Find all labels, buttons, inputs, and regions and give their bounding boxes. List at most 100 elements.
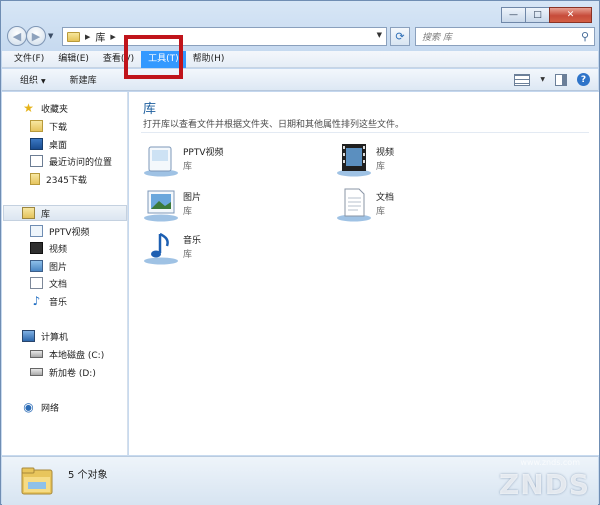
tile-type: 库 [183,207,193,217]
sidebar-item-network[interactable]: ◉ 网络 [22,399,59,415]
sidebar-item-recent-places[interactable]: 最近访问的位置 [30,153,112,169]
navigation-row: ◀ ▶ ▼ ▶ 库 ▶ ▼ ⟳ 搜索 库 ⚲ [7,25,595,47]
document-library-icon [337,188,371,222]
pptv-video-library-icon [144,146,178,177]
new-library-button[interactable]: 新建库 [70,73,97,86]
change-view-icon[interactable] [514,73,531,86]
library-content: 库 打开库以查看文件并根据文件夹、日期和其他属性排列这些文件。 PPTV视频 库… [129,92,599,455]
forward-button[interactable]: ▶ [26,26,46,46]
downloads-folder-icon [30,120,43,132]
command-bar: 组织 ▼ 新建库 ▼ ? [2,69,598,91]
breadcrumb-separator-icon[interactable]: ▶ [85,33,90,41]
tile-name: 音乐 [183,236,202,246]
minimize-button[interactable]: — [501,7,526,23]
address-bar[interactable]: ▶ 库 ▶ ▼ [62,27,387,46]
znds-watermark-logo: ZNDS [498,468,590,501]
library-tile-documents[interactable]: 文档 库 [336,186,516,226]
sidebar-label: 网络 [41,403,60,414]
sidebar-item-2345-downloads[interactable]: 2345下载 [30,171,87,187]
tile-name: 图片 [183,193,202,203]
music-library-icon: ♪ [32,294,41,308]
sidebar-label: 新加卷 (D:) [49,368,96,379]
explorer-window: — □ ✕ ◀ ▶ ▼ ▶ 库 ▶ ▼ ⟳ 搜索 库 ⚲ 文件(F) 编辑(E)… [0,0,600,505]
star-icon: ★ [23,101,34,115]
libraries-icon [22,207,35,219]
sidebar-label: 本地磁盘 (C:) [49,350,105,361]
library-tile-videos[interactable]: 视频 库 [336,141,516,181]
sidebar-item-drive-c[interactable]: 本地磁盘 (C:) [30,346,104,362]
libraries-folder-icon [21,467,53,495]
desktop-icon [30,138,43,150]
back-button[interactable]: ◀ [7,26,27,46]
sidebar-label: 最近访问的位置 [49,157,113,168]
search-placeholder: 搜索 库 [422,33,452,43]
library-folder-icon [67,31,80,42]
page-title: 库 [143,102,157,117]
sidebar-item-desktop[interactable]: 桌面 [30,136,67,152]
picture-library-icon [144,190,178,222]
document-library-icon [30,277,43,289]
recent-pages-dropdown-icon[interactable]: ▼ [48,32,53,40]
view-options-dropdown-icon[interactable]: ▼ [540,76,545,83]
sidebar-item-computer[interactable]: 计算机 [22,328,68,344]
divider [141,132,589,133]
sidebar-item-videos[interactable]: 视频 [30,240,67,256]
tools-menu-highlight [124,35,183,79]
hard-drive-icon [30,350,43,358]
status-bar: 5 个对象 www.znds.com ZNDS [2,456,598,505]
page-description: 打开库以查看文件并根据文件夹、日期和其他属性排列这些文件。 [143,120,405,130]
sidebar-item-downloads[interactable]: 下载 [30,118,67,134]
maximize-button[interactable]: □ [525,7,550,23]
picture-library-icon [30,260,43,272]
video-library-icon [30,242,43,254]
preview-pane-icon[interactable] [555,73,567,86]
sidebar-label: 2345下载 [46,175,87,186]
library-tile-pictures[interactable]: 图片 库 [143,186,323,226]
sidebar-label: 库 [41,209,51,220]
refresh-button[interactable]: ⟳ [390,27,410,46]
sidebar-label: 图片 [49,262,68,273]
help-icon[interactable]: ? [577,73,590,86]
sidebar-item-documents[interactable]: 文档 [30,275,67,291]
sidebar-item-pictures[interactable]: 图片 [30,258,67,274]
library-tile-pptv-video[interactable]: PPTV视频 库 [143,141,323,181]
caption-buttons: — □ ✕ [501,7,592,23]
menu-file[interactable]: 文件(F) [7,51,51,68]
tile-name: PPTV视频 [183,148,224,158]
breadcrumb-separator-icon[interactable]: ▶ [110,33,115,41]
tile-type: 库 [376,207,386,217]
breadcrumb-library[interactable]: 库 [95,29,105,44]
item-count: 5 个对象 [68,470,108,481]
organize-button[interactable]: 组织 ▼ [20,73,46,86]
menu-help[interactable]: 帮助(H) [186,51,232,68]
sidebar-label: 桌面 [49,140,68,151]
music-library-icon [144,232,178,265]
close-button[interactable]: ✕ [549,7,592,23]
search-input[interactable]: 搜索 库 ⚲ [415,27,595,46]
computer-icon [22,330,35,342]
network-icon: ◉ [23,400,34,414]
view-controls: ▼ ? [514,73,590,86]
sidebar-item-favorites[interactable]: ★ 收藏夹 [22,100,68,116]
tile-name: 文档 [376,193,395,203]
pptv-video-library-icon [30,225,43,237]
menu-edit[interactable]: 编辑(E) [51,51,96,68]
video-library-icon [337,144,371,177]
sidebar-item-drive-d[interactable]: 新加卷 (D:) [30,364,96,380]
tile-name: 视频 [376,148,395,158]
sidebar-item-music[interactable]: ♪ 音乐 [30,293,67,309]
tile-type: 库 [183,250,193,260]
folder-icon [30,173,40,185]
library-tile-music[interactable]: 音乐 库 [143,229,323,269]
recent-places-icon [30,155,43,167]
sidebar-label: 文档 [49,279,68,290]
sidebar-label: 收藏夹 [41,104,69,115]
search-icon[interactable]: ⚲ [581,30,589,43]
organize-label: 组织 [20,76,39,86]
address-history-dropdown-icon[interactable]: ▼ [377,31,382,39]
sidebar-item-libraries[interactable]: 库 [3,205,127,221]
sidebar-label: 视频 [49,244,68,255]
navigation-pane: ★ 收藏夹 下载 桌面 最近访问的位置 2345下载 库 PPTV视频 视频 图… [2,92,128,455]
hard-drive-icon [30,368,43,376]
sidebar-item-pptv-video[interactable]: PPTV视频 [30,223,90,239]
